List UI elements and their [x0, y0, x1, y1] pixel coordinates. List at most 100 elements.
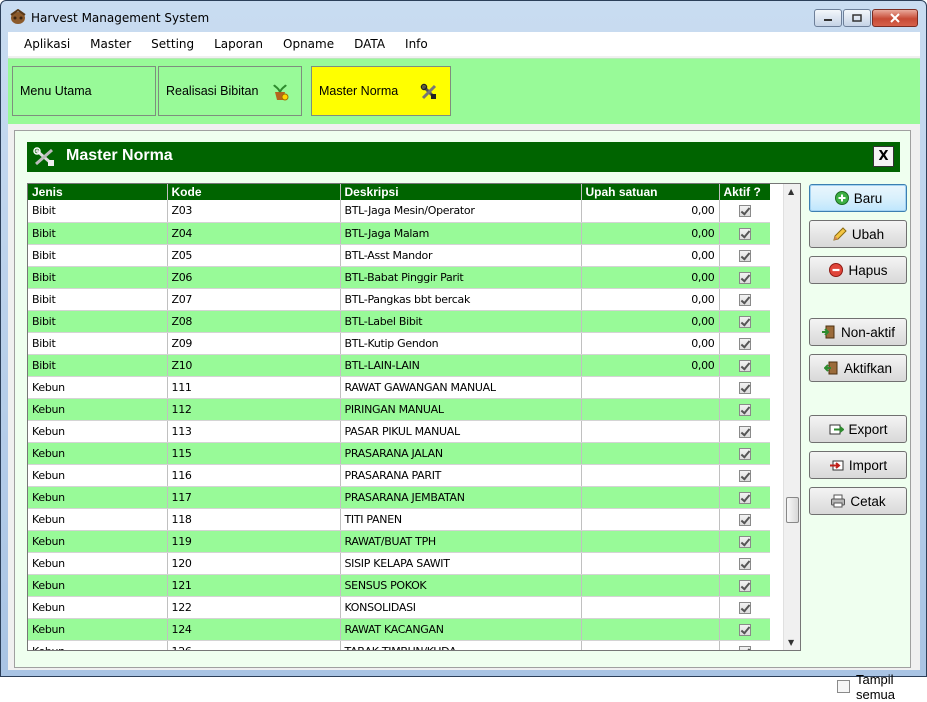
- aktif-checkbox[interactable]: [738, 249, 751, 262]
- aktif-checkbox[interactable]: [738, 535, 751, 548]
- menu-utama-button[interactable]: Menu Utama: [12, 66, 156, 116]
- pencil-icon: [833, 227, 847, 241]
- baru-button[interactable]: Baru: [809, 184, 907, 212]
- menu-aplikasi[interactable]: Aplikasi: [8, 32, 80, 56]
- close-icon: [890, 13, 900, 23]
- hapus-button[interactable]: Hapus: [809, 256, 907, 284]
- table-row[interactable]: Bibit Z06 BTL-Babat Pinggir Parit 0,00: [28, 266, 770, 289]
- table-body: Bibit Z03 BTL-Jaga Mesin/Operator 0,00 Bibit…: [28, 200, 770, 650]
- scroll-up-icon[interactable]: ▲: [788, 187, 794, 196]
- table-row[interactable]: Bibit Z03 BTL-Jaga Mesin/Operator 0,00: [28, 200, 770, 223]
- col-header-deskripsi[interactable]: Deskripsi: [340, 184, 582, 200]
- table-row[interactable]: Bibit Z04 BTL-Jaga Malam 0,00: [28, 222, 770, 245]
- col-header-upah-satuan[interactable]: Upah satuan: [581, 184, 720, 200]
- col-header-kode[interactable]: Kode: [167, 184, 341, 200]
- cell-deskripsi: BTL-Jaga Mesin/Operator: [340, 200, 582, 223]
- close-form-button[interactable]: X: [873, 146, 894, 167]
- cell-deskripsi: SISIP KELAPA SAWIT: [340, 552, 582, 575]
- menu-data[interactable]: DATA: [344, 32, 395, 56]
- table-row[interactable]: Kebun 111 RAWAT GAWANGAN MANUAL: [28, 376, 770, 399]
- table-row[interactable]: Kebun 119 RAWAT/BUAT TPH: [28, 530, 770, 553]
- table-row[interactable]: Bibit Z08 BTL-Label Bibit 0,00: [28, 310, 770, 333]
- menu-laporan[interactable]: Laporan: [204, 32, 273, 56]
- table-row[interactable]: Kebun 116 PRASARANA PARIT: [28, 464, 770, 487]
- menu-opname[interactable]: Opname: [273, 32, 344, 56]
- cell-kode: Z05: [167, 244, 341, 267]
- table-row[interactable]: Kebun 120 SISIP KELAPA SAWIT: [28, 552, 770, 575]
- table-row[interactable]: Kebun 117 PRASARANA JEMBATAN: [28, 486, 770, 509]
- minimize-button[interactable]: [814, 9, 842, 27]
- aktif-checkbox[interactable]: [738, 645, 751, 650]
- ubah-button[interactable]: Ubah: [809, 220, 907, 248]
- table-row[interactable]: Bibit Z09 BTL-Kutip Gendon 0,00: [28, 332, 770, 355]
- aktif-checkbox[interactable]: [738, 293, 751, 306]
- cell-deskripsi: BTL-Pangkas bbt bercak: [340, 288, 582, 311]
- cell-kode: Z07: [167, 288, 341, 311]
- aktif-checkbox[interactable]: [738, 447, 751, 460]
- aktif-checkbox[interactable]: [738, 359, 751, 372]
- aktif-checkbox[interactable]: [738, 557, 751, 570]
- aktifkan-button[interactable]: Aktifkan: [809, 354, 907, 382]
- table-row[interactable]: Kebun 115 PRASARANA JALAN: [28, 442, 770, 465]
- cell-kode: 116: [167, 464, 341, 487]
- cell-upah-satuan: [581, 552, 720, 575]
- aktif-checkbox[interactable]: [738, 601, 751, 614]
- aktif-checkbox[interactable]: [738, 315, 751, 328]
- table-row[interactable]: Kebun 124 RAWAT KACANGAN: [28, 618, 770, 641]
- col-header-jenis[interactable]: Jenis: [28, 184, 168, 200]
- table-row[interactable]: Bibit Z07 BTL-Pangkas bbt bercak 0,00: [28, 288, 770, 311]
- table-row[interactable]: Bibit Z10 BTL-LAIN-LAIN 0,00: [28, 354, 770, 377]
- aktif-checkbox[interactable]: [738, 227, 751, 240]
- import-button[interactable]: Import: [809, 451, 907, 479]
- cell-jenis: Bibit: [28, 288, 168, 311]
- cell-deskripsi: PIRINGAN MANUAL: [340, 398, 582, 421]
- menu-info[interactable]: Info: [395, 32, 438, 56]
- tampil-semua-box[interactable]: [837, 680, 850, 693]
- cell-deskripsi: BTL-Kutip Gendon: [340, 332, 582, 355]
- table-row[interactable]: Kebun 118 TITI PANEN: [28, 508, 770, 531]
- cell-jenis: Bibit: [28, 332, 168, 355]
- aktif-checkbox[interactable]: [738, 579, 751, 592]
- menu-setting[interactable]: Setting: [141, 32, 204, 56]
- realisasi-bibitan-button[interactable]: Realisasi Bibitan: [158, 66, 302, 116]
- aktif-checkbox[interactable]: [738, 513, 751, 526]
- menu-master[interactable]: Master: [80, 32, 141, 56]
- aktif-checkbox[interactable]: [738, 205, 751, 218]
- title-bar[interactable]: Harvest Management System: [1, 1, 926, 31]
- aktif-checkbox[interactable]: [738, 623, 751, 636]
- table-row[interactable]: Kebun 121 SENSUS POKOK: [28, 574, 770, 597]
- cell-upah-satuan: [581, 508, 720, 531]
- export-button[interactable]: Export: [809, 415, 907, 443]
- table-row[interactable]: Kebun 122 KONSOLIDASI: [28, 596, 770, 619]
- aktif-checkbox[interactable]: [738, 381, 751, 394]
- cell-kode: Z09: [167, 332, 341, 355]
- cell-deskripsi: RAWAT KACANGAN: [340, 618, 582, 641]
- master-norma-button[interactable]: Master Norma: [311, 66, 451, 116]
- scroll-thumb[interactable]: [786, 497, 799, 523]
- col-header-aktif[interactable]: Aktif ?: [719, 184, 770, 200]
- aktif-checkbox[interactable]: [738, 271, 751, 284]
- cell-jenis: Kebun: [28, 640, 168, 650]
- cell-jenis: Kebun: [28, 486, 168, 509]
- table-row[interactable]: Kebun126TABAK TIMBUN/KUDA: [28, 640, 770, 650]
- non-aktif-button[interactable]: Non-aktif: [809, 318, 907, 346]
- aktif-checkbox[interactable]: [738, 491, 751, 504]
- grid-vertical-scrollbar[interactable]: ▲ ▼: [783, 184, 800, 650]
- table-row[interactable]: Kebun 113 PASAR PIKUL MANUAL: [28, 420, 770, 443]
- cell-kode: Z06: [167, 266, 341, 289]
- cell-upah-satuan: [581, 596, 720, 619]
- cell-jenis: Kebun: [28, 508, 168, 531]
- table-row[interactable]: Kebun 112 PIRINGAN MANUAL: [28, 398, 770, 421]
- maximize-button[interactable]: [843, 9, 871, 27]
- door-exit-icon: [821, 325, 835, 339]
- norma-grid[interactable]: Jenis Kode Deskripsi Upah satuan Aktif ?…: [27, 183, 801, 651]
- aktif-checkbox[interactable]: [738, 403, 751, 416]
- aktif-checkbox[interactable]: [738, 469, 751, 482]
- close-window-button[interactable]: [872, 9, 918, 27]
- aktif-checkbox[interactable]: [738, 425, 751, 438]
- table-row[interactable]: Bibit Z05 BTL-Asst Mandor 0,00: [28, 244, 770, 267]
- aktif-checkbox[interactable]: [738, 337, 751, 350]
- scroll-down-icon[interactable]: ▼: [788, 638, 794, 647]
- app-window: Harvest Management System Aplikasi Maste…: [0, 0, 927, 702]
- cetak-button[interactable]: Cetak: [809, 487, 907, 515]
